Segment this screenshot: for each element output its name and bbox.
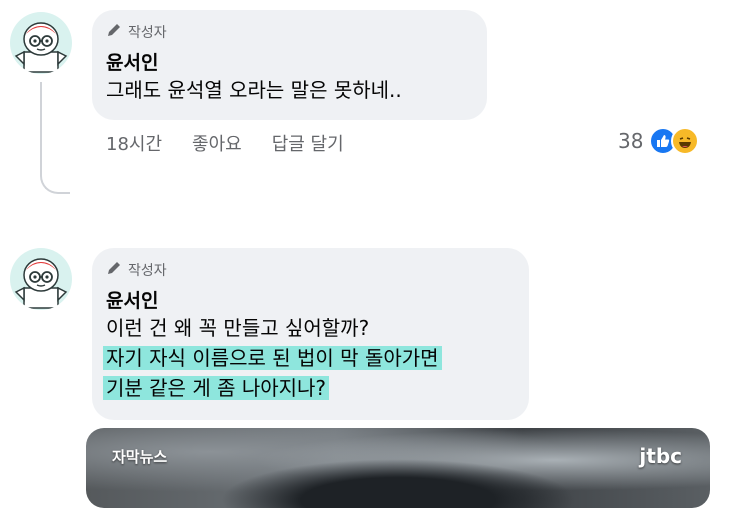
highlighted-text: 기분 같은 게 좀 나아지나?: [103, 376, 330, 400]
jtbc-logo: jtbc: [639, 444, 682, 468]
comment-time[interactable]: 18시간: [106, 130, 162, 156]
author-badge-label: 작성자: [128, 263, 167, 279]
author-badge: 작성자: [106, 22, 471, 42]
reply-button[interactable]: 답글 달기: [272, 130, 344, 156]
avatar[interactable]: [10, 12, 72, 74]
author-badge: 작성자: [106, 260, 513, 280]
avatar[interactable]: [10, 248, 72, 310]
pen-icon: [106, 260, 122, 280]
comment-bubble: 작성자 윤서인 이런 건 왜 꼭 만들고 싶어할까? 자기 자식 이름으로 된 …: [92, 248, 529, 420]
haha-reaction-icon: [671, 127, 700, 155]
author-badge-label: 작성자: [128, 25, 167, 41]
reaction-summary[interactable]: 38: [618, 127, 700, 155]
comment-text: 그래도 윤석열 오라는 말은 못하네..: [106, 78, 402, 102]
comment-bubble: 작성자 윤서인 그래도 윤석열 오라는 말은 못하네..: [92, 10, 487, 120]
pen-icon: [106, 22, 122, 42]
highlighted-text: 자기 자식 이름으로 된 법이 막 돌아가면: [103, 346, 442, 370]
news-caption: 자막뉴스: [112, 448, 168, 466]
like-button[interactable]: 좋아요: [192, 130, 242, 156]
author-name[interactable]: 윤서인: [106, 286, 513, 313]
comment-text: 이런 건 왜 꼭 만들고 싶어할까?: [106, 316, 370, 340]
comment-actions: 18시간 좋아요 답글 달기: [106, 130, 344, 156]
author-name[interactable]: 윤서인: [106, 48, 471, 75]
reaction-count: 38: [618, 129, 644, 153]
thread-connector: [40, 82, 70, 194]
video-thumbnail[interactable]: 자막뉴스 jtbc: [86, 428, 710, 508]
